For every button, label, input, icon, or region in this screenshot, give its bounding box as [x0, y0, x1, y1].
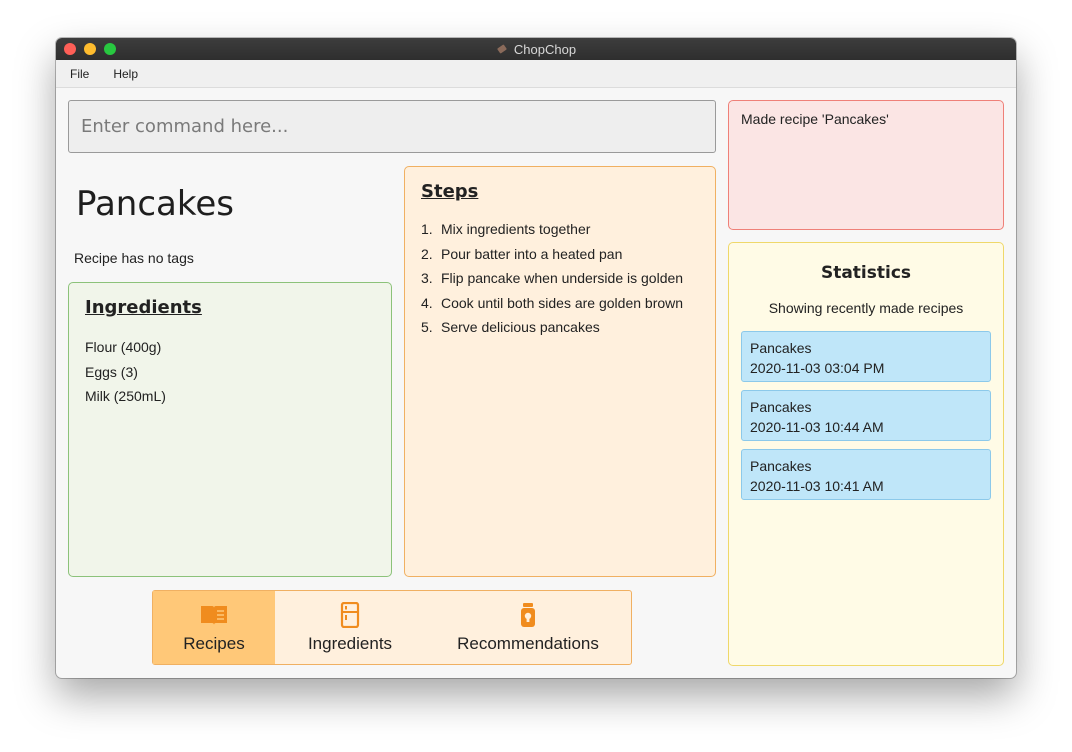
chopchop-app-icon — [497, 44, 507, 54]
window-title: ChopChop — [513, 41, 577, 57]
stat-item-time: 2020-11-03 10:41 AM — [750, 478, 884, 494]
stat-item-name: Pancakes — [750, 340, 812, 356]
stat-item: Pancakes 2020-11-03 10:41 AM — [741, 449, 991, 500]
tab-label: Recommendations — [457, 633, 599, 653]
tab-ingredients[interactable]: Ingredients — [275, 591, 425, 664]
step-number: 3. — [421, 270, 433, 286]
step-number: 5. — [421, 319, 433, 335]
statistics-panel: Statistics Showing recently made recipes… — [728, 242, 1004, 666]
ingredients-panel: Ingredients Flour (400g) Eggs (3) Milk (… — [68, 282, 392, 577]
ingredient-item: Flour (400g) — [85, 339, 162, 355]
ingredients-list: Flour (400g) Eggs (3) Milk (250mL) — [85, 335, 166, 409]
menu-bar: File Help — [56, 60, 1016, 88]
stat-item-time: 2020-11-03 10:44 AM — [750, 419, 884, 435]
menu-help[interactable]: Help — [109, 65, 142, 83]
step-item: 2. Pour batter into a heated pan — [421, 242, 706, 267]
statistics-subtitle: Showing recently made recipes — [768, 300, 964, 316]
recipe-title: Pancakes — [76, 184, 234, 224]
jar-icon — [521, 602, 535, 627]
stat-item: Pancakes 2020-11-03 10:44 AM — [741, 390, 991, 441]
step-text: Serve delicious pancakes — [441, 319, 600, 335]
step-number: 4. — [421, 294, 433, 311]
stat-item-name: Pancakes — [750, 399, 812, 415]
maximize-window-button[interactable] — [104, 43, 116, 55]
tab-label: Ingredients — [307, 633, 393, 653]
minimize-window-button[interactable] — [84, 43, 96, 55]
menu-file[interactable]: File — [66, 65, 93, 83]
steps-heading: Steps — [421, 181, 479, 202]
window-controls — [64, 43, 116, 55]
book-icon — [201, 605, 227, 625]
steps-panel: Steps 1. Mix ingredients together 2. Pour … — [404, 166, 716, 577]
step-text: Cook until both sides are golden brown — [441, 294, 684, 311]
recipe-tags: Recipe has no tags — [74, 250, 194, 266]
step-number: 1. — [421, 221, 433, 237]
stat-item: Pancakes 2020-11-03 03:04 PM — [741, 331, 991, 382]
tab-recommendations[interactable]: Recommendations — [425, 591, 631, 664]
step-item: 3. Flip pancake when underside is golden — [421, 266, 706, 291]
ingredients-heading: Ingredients — [85, 297, 202, 318]
step-number: 2. — [421, 245, 433, 262]
app-window: ChopChop File Help Pancakes Recipe has n… — [56, 38, 1016, 678]
title-bar: ChopChop — [56, 38, 1016, 60]
step-item: 1. Mix ingredients together — [421, 217, 706, 242]
tab-recipes[interactable]: Recipes — [153, 591, 275, 664]
step-text: Pour batter into a heated pan — [441, 245, 623, 262]
command-input[interactable] — [68, 100, 716, 153]
statistics-title: Statistics — [820, 263, 912, 283]
result-message: Made recipe 'Pancakes' — [741, 111, 889, 127]
step-item: 4. Cook until both sides are golden brown — [421, 291, 706, 316]
stat-item-time: 2020-11-03 03:04 PM — [750, 360, 885, 376]
close-window-button[interactable] — [64, 43, 76, 55]
tab-bar: Recipes Ingredients Recommendations — [152, 590, 632, 665]
stat-item-name: Pancakes — [750, 458, 812, 474]
step-text: Mix ingredients together — [441, 221, 591, 237]
tab-label: Recipes — [183, 633, 245, 653]
ingredient-item: Milk (250mL) — [85, 388, 166, 404]
ingredient-item: Eggs (3) — [85, 363, 138, 380]
step-text: Flip pancake when underside is golden — [441, 270, 684, 286]
steps-list: 1. Mix ingredients together 2. Pour batter… — [421, 217, 706, 340]
step-item: 5. Serve delicious pancakes — [421, 315, 706, 340]
fridge-icon — [340, 601, 360, 628]
result-message-box: Made recipe 'Pancakes' — [728, 100, 1004, 230]
